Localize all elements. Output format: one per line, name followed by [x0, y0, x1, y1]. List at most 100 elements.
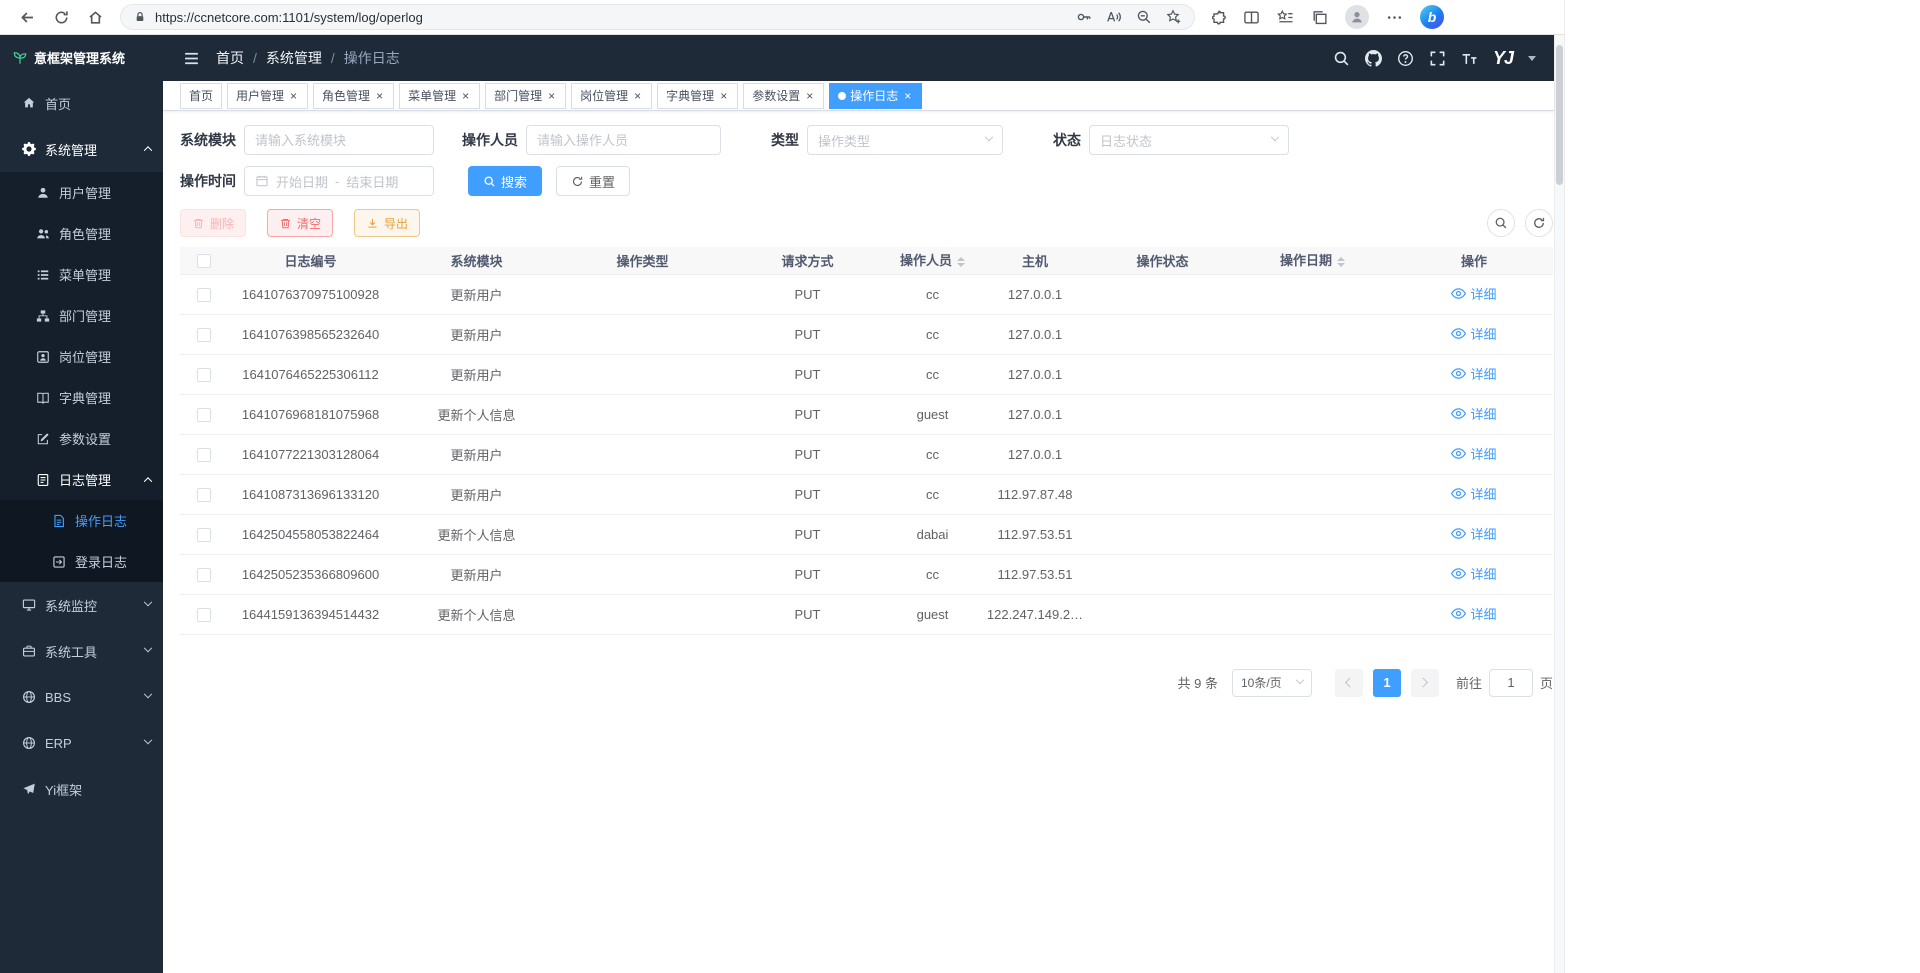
type-select[interactable]: 操作类型 [807, 125, 1003, 155]
sidebar-item-post-mgmt[interactable]: 岗位管理 [0, 336, 163, 377]
detail-link[interactable]: 详细 [1451, 284, 1496, 303]
close-icon[interactable]: × [288, 89, 299, 103]
tab-param-settings[interactable]: 参数设置× [743, 83, 824, 109]
sidebar-item-login-log[interactable]: 登录日志 [0, 541, 163, 582]
sidebar-item-role-mgmt[interactable]: 角色管理 [0, 213, 163, 254]
operator-input[interactable] [526, 125, 721, 155]
font-size-icon[interactable] [1461, 50, 1478, 67]
module-input[interactable] [244, 125, 434, 155]
search-icon[interactable] [1333, 50, 1350, 67]
sidebar-item-yi-framework[interactable]: Yi框架 [0, 766, 163, 812]
detail-link[interactable]: 详细 [1451, 604, 1496, 623]
goto-page-input[interactable] [1489, 669, 1533, 697]
tab-dict-mgmt[interactable]: 字典管理× [657, 83, 738, 109]
next-page-button[interactable] [1411, 669, 1439, 697]
add-favorite-star-icon[interactable] [1166, 9, 1182, 25]
row-checkbox[interactable] [197, 528, 211, 542]
caret-down-icon[interactable] [1528, 56, 1536, 61]
sidebar-collapse-toggle[interactable] [183, 50, 200, 67]
sidebar-item-user-mgmt[interactable]: 用户管理 [0, 172, 163, 213]
sidebar-item-sys-monitor[interactable]: 系统监控 [0, 582, 163, 628]
row-checkbox[interactable] [197, 328, 211, 342]
yj-logo[interactable]: YJ [1493, 48, 1513, 69]
sidebar-item-param-settings[interactable]: 参数设置 [0, 418, 163, 459]
bing-copilot-icon[interactable] [1420, 5, 1444, 29]
collections-icon[interactable] [1311, 9, 1328, 26]
delete-button[interactable]: 删除 [180, 209, 246, 237]
fullscreen-icon[interactable] [1429, 50, 1446, 67]
tab-user-mgmt[interactable]: 用户管理× [227, 83, 308, 109]
sort-icon[interactable] [1337, 253, 1345, 271]
page-size-select[interactable]: 10条/页 [1232, 669, 1312, 697]
help-icon[interactable] [1397, 50, 1414, 67]
row-checkbox[interactable] [197, 488, 211, 502]
vertical-scrollbar[interactable] [1554, 35, 1564, 973]
scrollbar-thumb[interactable] [1556, 45, 1563, 185]
col-operator[interactable]: 操作人员 [890, 247, 975, 274]
page-number-1[interactable]: 1 [1373, 669, 1401, 697]
sidebar-item-dict-mgmt[interactable]: 字典管理 [0, 377, 163, 418]
row-checkbox[interactable] [197, 288, 211, 302]
reset-button[interactable]: 重置 [556, 166, 630, 196]
sidebar-item-dept-mgmt[interactable]: 部门管理 [0, 295, 163, 336]
github-icon[interactable] [1365, 50, 1382, 67]
breadcrumb-home[interactable]: 首页 [216, 48, 244, 68]
more-menu-ellipsis-icon[interactable] [1386, 9, 1403, 26]
sidebar-item-log-mgmt[interactable]: 日志管理 [0, 459, 163, 500]
home-button[interactable] [78, 3, 112, 31]
close-icon[interactable]: × [546, 89, 557, 103]
read-aloud-icon[interactable] [1106, 9, 1122, 25]
col-date[interactable]: 操作日期 [1230, 247, 1395, 274]
address-bar[interactable]: https://ccnetcore.com:1101/system/log/op… [120, 4, 1195, 30]
detail-link[interactable]: 详细 [1451, 524, 1496, 543]
sidebar-item-bbs[interactable]: BBS [0, 674, 163, 720]
prev-page-button[interactable] [1335, 669, 1363, 697]
close-icon[interactable]: × [804, 89, 815, 103]
extensions-puzzle-icon[interactable] [1209, 9, 1226, 26]
back-button[interactable] [10, 3, 44, 31]
detail-link[interactable]: 详细 [1451, 404, 1496, 423]
refresh-button[interactable] [44, 3, 78, 31]
tab-home[interactable]: 首页 [180, 83, 222, 109]
breadcrumb-system-mgmt[interactable]: 系统管理 [266, 48, 322, 68]
detail-link[interactable]: 详细 [1451, 324, 1496, 343]
profile-avatar[interactable] [1345, 5, 1369, 29]
status-select[interactable]: 日志状态 [1089, 125, 1289, 155]
detail-link[interactable]: 详细 [1451, 564, 1496, 583]
password-key-icon[interactable] [1076, 9, 1092, 25]
detail-link[interactable]: 详细 [1451, 364, 1496, 383]
sidebar-item-menu-mgmt[interactable]: 菜单管理 [0, 254, 163, 295]
split-screen-icon[interactable] [1243, 9, 1260, 26]
search-button[interactable]: 搜索 [468, 166, 542, 196]
tab-menu-mgmt[interactable]: 菜单管理× [399, 83, 480, 109]
export-button[interactable]: 导出 [354, 209, 420, 237]
close-icon[interactable]: × [902, 89, 913, 103]
tab-post-mgmt[interactable]: 岗位管理× [571, 83, 652, 109]
sort-icon[interactable] [957, 253, 965, 271]
sidebar-item-home[interactable]: 首页 [0, 80, 163, 126]
sidebar-item-sys-tools[interactable]: 系统工具 [0, 628, 163, 674]
select-all-checkbox[interactable] [197, 254, 211, 268]
tab-dept-mgmt[interactable]: 部门管理× [485, 83, 566, 109]
clear-button[interactable]: 清空 [267, 209, 333, 237]
tab-oper-log[interactable]: 操作日志× [829, 83, 922, 109]
row-checkbox[interactable] [197, 568, 211, 582]
refresh-table-button[interactable] [1525, 209, 1553, 237]
row-checkbox[interactable] [197, 608, 211, 622]
detail-link[interactable]: 详细 [1451, 444, 1496, 463]
row-checkbox[interactable] [197, 368, 211, 382]
date-range-picker[interactable]: 开始日期 - 结束日期 [244, 166, 434, 196]
close-icon[interactable]: × [632, 89, 643, 103]
toggle-search-button[interactable] [1487, 209, 1515, 237]
detail-link[interactable]: 详细 [1451, 484, 1496, 503]
sidebar-item-erp[interactable]: ERP [0, 720, 163, 766]
favorites-bar-icon[interactable] [1277, 9, 1294, 26]
close-icon[interactable]: × [718, 89, 729, 103]
sidebar-item-system-mgmt[interactable]: 系统管理 [0, 126, 163, 172]
tab-role-mgmt[interactable]: 角色管理× [313, 83, 394, 109]
zoom-out-icon[interactable] [1136, 9, 1152, 25]
sidebar-item-oper-log[interactable]: 操作日志 [0, 500, 163, 541]
row-checkbox[interactable] [197, 448, 211, 462]
close-icon[interactable]: × [460, 89, 471, 103]
close-icon[interactable]: × [374, 89, 385, 103]
